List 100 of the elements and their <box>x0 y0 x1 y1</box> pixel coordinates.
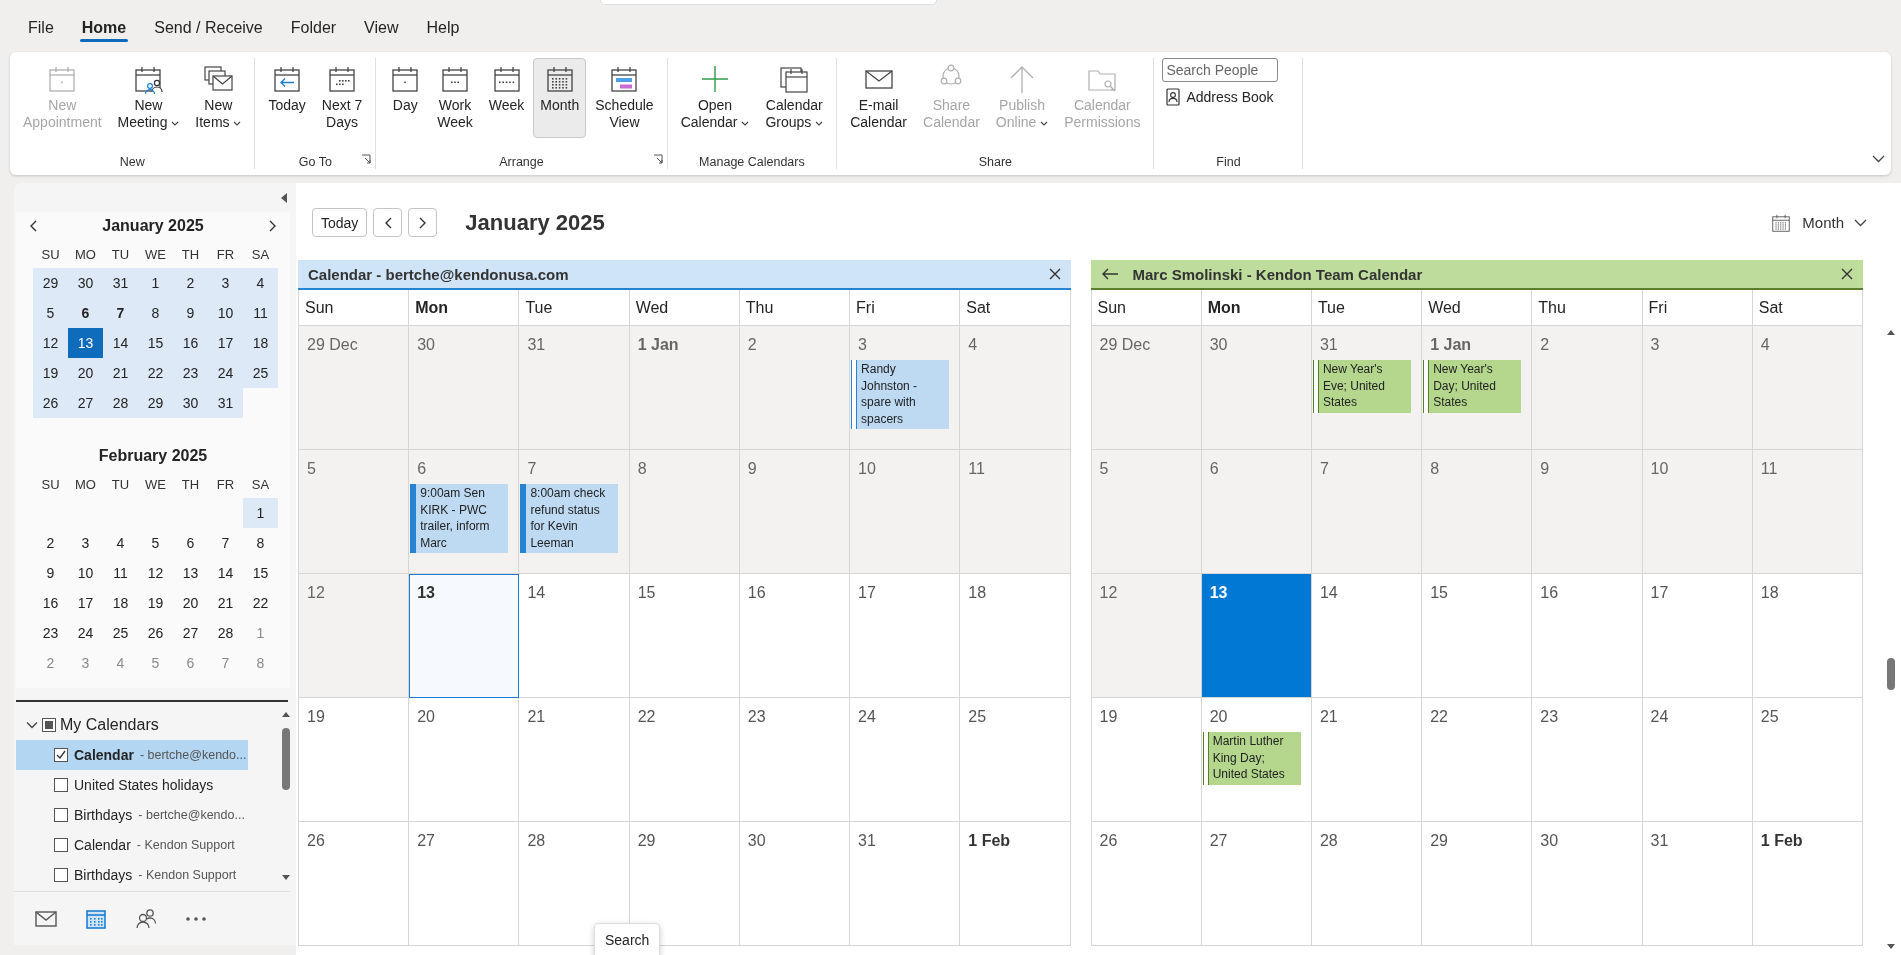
calendar-day[interactable]: 12 <box>138 558 173 589</box>
checkbox[interactable] <box>54 868 68 883</box>
calendar-day[interactable]: 1 <box>243 498 278 529</box>
calendar-event[interactable]: 8:00am check refund status for Kevin Leeman <box>520 484 619 553</box>
day-cell[interactable]: 22 <box>629 698 740 822</box>
calendar-day[interactable]: 5 <box>138 528 173 559</box>
calendar-day[interactable]: 18 <box>103 588 138 619</box>
day-cell[interactable]: 25 <box>960 698 1071 822</box>
day-cell[interactable]: 4 <box>1752 326 1863 450</box>
calendar-day[interactable]: 8 <box>243 528 278 559</box>
day-cell[interactable]: 1 Jan <box>629 326 740 450</box>
calendar-day[interactable]: 20 <box>173 588 208 619</box>
day-cell[interactable]: 22 <box>1422 698 1533 822</box>
day-cell[interactable]: 17 <box>850 574 961 698</box>
day-cell[interactable]: 24 <box>1642 698 1753 822</box>
calendar-day[interactable]: 11 <box>103 558 138 589</box>
day-cell[interactable]: 23 <box>1532 698 1643 822</box>
day-cell[interactable]: 8 <box>629 450 740 574</box>
calendar-event[interactable]: New Year's Eve; United States <box>1312 360 1411 413</box>
calendar-day[interactable]: 4 <box>243 268 278 299</box>
search-people-field[interactable]: Search People <box>1162 58 1279 82</box>
calendar-day[interactable]: 21 <box>208 588 243 619</box>
ribbon-button[interactable]: Work Week <box>430 58 480 138</box>
calendar-day[interactable]: 26 <box>33 388 68 419</box>
calendar-day[interactable]: 24 <box>68 618 103 649</box>
ribbon-button[interactable]: New Items <box>188 58 249 138</box>
day-cell[interactable]: 14 <box>519 574 630 698</box>
calendar-day[interactable]: 30 <box>68 268 103 299</box>
ribbon-button[interactable]: Open Calendar <box>673 58 757 138</box>
calendar-day[interactable]: 9 <box>173 298 208 329</box>
day-cell[interactable]: 23 <box>739 698 851 822</box>
calendar-day[interactable]: 10 <box>68 558 103 589</box>
day-cell[interactable]: 15 <box>629 574 740 698</box>
day-cell[interactable]: 30 <box>1201 326 1312 450</box>
calendar-day[interactable]: 7 <box>103 298 138 329</box>
calendar-event[interactable]: New Year's Day; United States <box>1423 360 1522 413</box>
menu-tab[interactable]: Send / Receive <box>142 15 275 43</box>
day-cell[interactable]: 11 <box>1752 450 1863 574</box>
calendar-event[interactable]: Martin Luther King Day; United States <box>1202 732 1301 785</box>
day-cell[interactable]: 12 <box>1091 574 1202 698</box>
day-cell[interactable]: 20 <box>409 698 520 822</box>
day-cell[interactable]: 5 <box>1091 450 1202 574</box>
calendar-day[interactable]: 24 <box>208 358 243 389</box>
checkbox[interactable] <box>54 778 68 793</box>
previous-button[interactable] <box>373 208 403 237</box>
calendar-day[interactable]: 29 <box>138 388 173 419</box>
calendar-list-item[interactable]: United States holidays <box>16 770 248 801</box>
calendar-day[interactable]: 29 <box>33 268 68 299</box>
calendar-day[interactable]: 23 <box>173 358 208 389</box>
ribbon-button[interactable]: Calendar Groups <box>758 58 831 138</box>
day-cell[interactable]: 30 <box>1532 822 1643 946</box>
day-cell[interactable]: 29 <box>1422 822 1533 946</box>
calendar-day[interactable]: 22 <box>243 588 278 619</box>
ribbon-button[interactable]: Today <box>261 58 313 138</box>
day-cell[interactable]: 6 <box>1201 450 1312 574</box>
day-cell[interactable]: 31 <box>1642 822 1753 946</box>
calendar-day[interactable]: 13 <box>173 558 208 589</box>
calendar-day[interactable]: 26 <box>138 618 173 649</box>
day-cell[interactable]: 26 <box>1091 822 1202 946</box>
next-button[interactable] <box>408 208 438 237</box>
day-cell[interactable]: 20 Martin Luther King Day; United States <box>1201 698 1312 822</box>
calendar-day[interactable]: 20 <box>68 358 103 389</box>
day-cell[interactable]: 21 <box>519 698 630 822</box>
today-button[interactable]: Today <box>312 208 368 237</box>
calendar-day[interactable]: 25 <box>243 358 278 389</box>
calendar-day[interactable]: 8 <box>138 298 173 329</box>
calendar-day[interactable]: 3 <box>208 268 243 299</box>
day-cell[interactable]: 3 <box>1642 326 1753 450</box>
day-cell[interactable]: 30 <box>409 326 520 450</box>
calendar-day[interactable]: 31 <box>208 388 243 419</box>
day-cell[interactable]: 2 <box>1532 326 1643 450</box>
calendar-day[interactable]: 4 <box>103 528 138 559</box>
day-cell[interactable]: 16 <box>1532 574 1643 698</box>
day-cell[interactable]: 6 9:00am Sen KIRK - PWC trailer, inform Marc <box>409 450 520 574</box>
calendar-day[interactable]: 7 <box>208 528 243 559</box>
scrollbar-thumb[interactable] <box>1887 658 1895 690</box>
menu-tab[interactable]: File <box>16 15 66 43</box>
menu-tab[interactable]: View <box>352 15 411 43</box>
menu-tab[interactable]: Folder <box>278 15 349 43</box>
day-cell[interactable]: 31 <box>850 822 961 946</box>
day-cell[interactable]: 21 <box>1311 698 1423 822</box>
menu-tab[interactable]: Help <box>414 15 472 43</box>
calendar-day[interactable]: 2 <box>33 528 68 559</box>
calendar-event[interactable]: 9:00am Sen KIRK - PWC trailer, inform Marc <box>410 484 509 553</box>
close-icon[interactable] <box>1048 268 1061 280</box>
calendar-day[interactable]: 16 <box>173 328 208 359</box>
day-cell[interactable]: 14 <box>1311 574 1423 698</box>
calendar-day[interactable]: 18 <box>243 328 278 359</box>
day-cell[interactable]: 10 <box>850 450 961 574</box>
ribbon-button[interactable]: Next 7 Days <box>314 58 370 138</box>
calendar-day[interactable]: 6 <box>68 298 103 329</box>
day-cell[interactable]: 1 Feb <box>1752 822 1863 946</box>
day-cell[interactable]: 31 New Year's Eve; United States <box>1311 326 1423 450</box>
calendar-day[interactable]: 6 <box>173 528 208 559</box>
day-cell[interactable]: 28 <box>1311 822 1423 946</box>
calendar-list-item[interactable]: Calendar - Kendon Support <box>16 830 248 861</box>
day-cell[interactable]: 27 <box>1201 822 1312 946</box>
calendar-list-item[interactable]: Calendar - bertche@kendo... <box>16 740 248 771</box>
calendar-event[interactable]: Randy Johnston - spare with spacers <box>851 360 950 429</box>
day-cell[interactable]: 13 <box>1201 574 1312 698</box>
